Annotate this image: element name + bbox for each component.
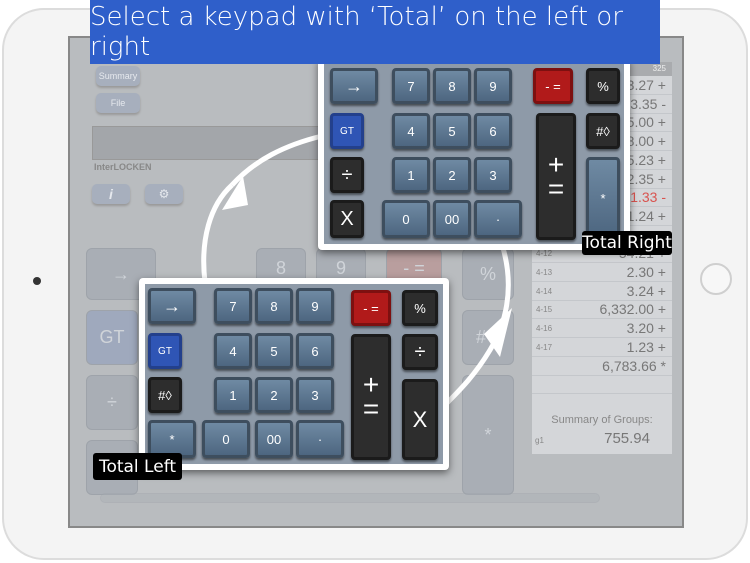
equals-label: = — [362, 393, 380, 424]
hash-diamond-key[interactable]: #◊ — [586, 113, 620, 149]
key-1[interactable]: 1 — [214, 377, 252, 413]
gt-key[interactable]: GT — [330, 113, 364, 149]
times-key[interactable]: X — [330, 200, 364, 238]
key-6[interactable]: 6 — [296, 333, 334, 369]
key-7[interactable]: 7 — [214, 288, 252, 324]
key-00[interactable]: 00 — [255, 420, 293, 458]
keypad-total-right[interactable]: → GT ÷ X 7 8 9 4 5 6 1 2 3 0 00 · - = + =… — [318, 58, 630, 250]
divide-key[interactable]: ÷ — [330, 157, 364, 193]
key-9[interactable]: 9 — [296, 288, 334, 324]
key-4[interactable]: 4 — [214, 333, 252, 369]
key-7[interactable]: 7 — [392, 68, 430, 104]
key-8[interactable]: 8 — [255, 288, 293, 324]
key-2[interactable]: 2 — [255, 377, 293, 413]
arrow-key[interactable]: → — [148, 288, 196, 324]
key-6[interactable]: 6 — [474, 113, 512, 149]
key-1[interactable]: 1 — [392, 157, 430, 193]
key-2[interactable]: 2 — [433, 157, 471, 193]
minus-equals-key[interactable]: - = — [351, 290, 391, 326]
hash-diamond-key[interactable]: #◊ — [148, 377, 182, 413]
banner-title: Select a keypad with ‘Total’ on the left… — [90, 0, 660, 64]
arrow-key[interactable]: → — [330, 68, 378, 104]
equals-label: = — [547, 172, 565, 204]
key-9[interactable]: 9 — [474, 68, 512, 104]
key-decimal[interactable]: · — [474, 200, 522, 238]
times-key[interactable]: X — [402, 379, 438, 460]
plus-equals-key[interactable]: + = — [536, 113, 576, 240]
percent-key[interactable]: % — [402, 290, 438, 326]
key-5[interactable]: 5 — [255, 333, 293, 369]
total-right-caption: Total Right — [582, 231, 672, 255]
plus-equals-key[interactable]: + = — [351, 334, 391, 460]
total-left-caption: Total Left — [93, 453, 182, 480]
key-decimal[interactable]: · — [296, 420, 344, 458]
divide-key[interactable]: ÷ — [402, 334, 438, 370]
key-8[interactable]: 8 — [433, 68, 471, 104]
total-key[interactable]: * — [586, 157, 620, 239]
minus-equals-key[interactable]: - = — [533, 68, 573, 104]
gt-key[interactable]: GT — [148, 333, 182, 369]
arc-left — [201, 183, 234, 283]
key-3[interactable]: 3 — [296, 377, 334, 413]
key-5[interactable]: 5 — [433, 113, 471, 149]
key-00[interactable]: 00 — [433, 200, 471, 238]
key-3[interactable]: 3 — [474, 157, 512, 193]
key-0[interactable]: 0 — [382, 200, 430, 238]
key-4[interactable]: 4 — [392, 113, 430, 149]
percent-key[interactable]: % — [586, 68, 620, 104]
key-0[interactable]: 0 — [202, 420, 250, 458]
keypad-total-left[interactable]: → GT #◊ * 7 8 9 4 5 6 1 2 3 0 00 · - = +… — [139, 278, 449, 470]
